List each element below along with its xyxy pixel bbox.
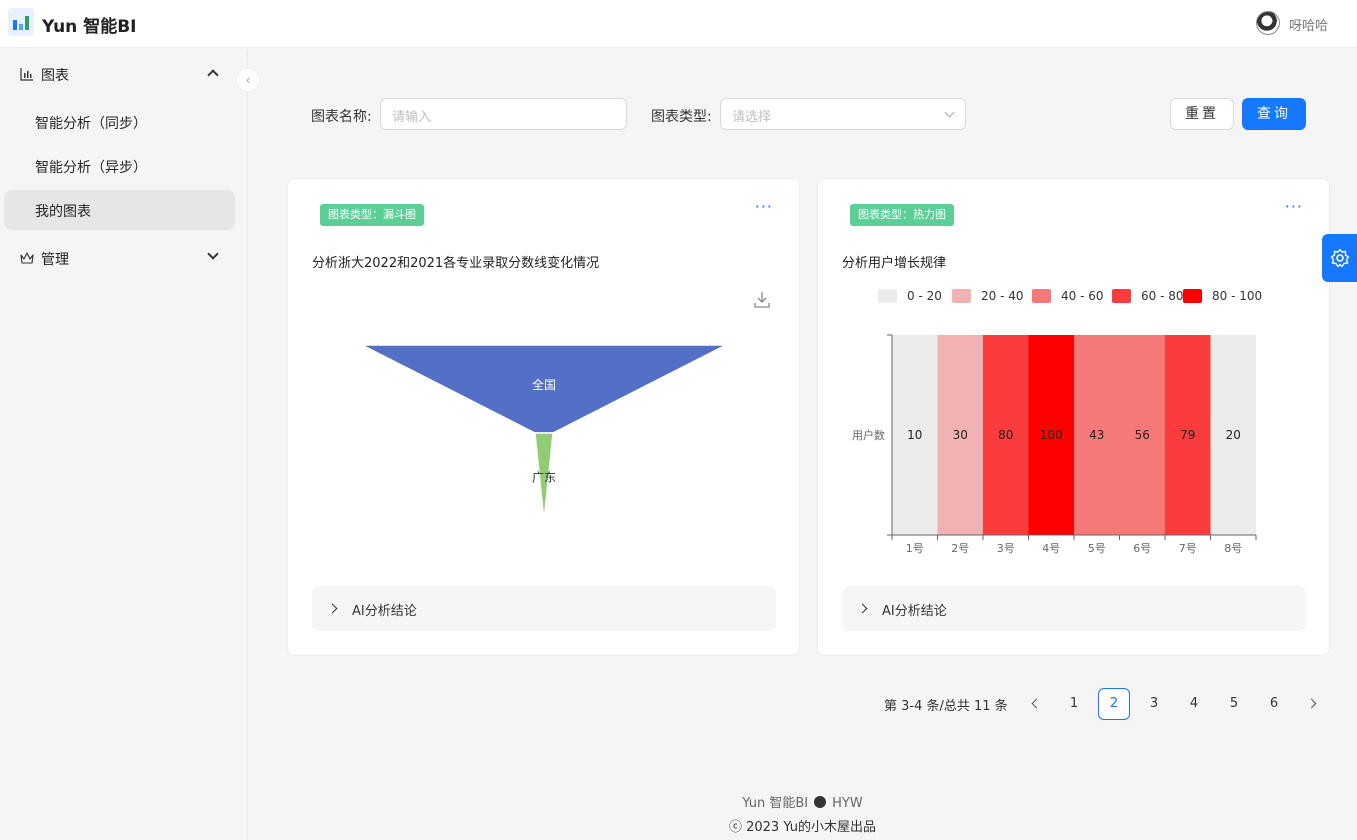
heatmap-chart: 0 - 20 20 - 40 40 - 60 60 - 80 80 - 100 10 1号 3…	[852, 289, 1262, 555]
sidebar-group-label: 图表	[41, 68, 69, 84]
page-button-6[interactable]: 6	[1258, 688, 1290, 720]
user-name[interactable]: 呀哈哈	[1289, 15, 1328, 34]
legend-swatch[interactable]	[952, 289, 971, 303]
chevron-right-icon	[857, 603, 868, 614]
funnel-chart: 全国广东	[361, 344, 727, 522]
heatmap-cell-value: 56	[1135, 428, 1150, 442]
heatmap-cell-value: 20	[1226, 428, 1241, 442]
legend-label: 80 - 100	[1212, 289, 1262, 303]
chart-card-title: 分析用户增长规律	[842, 256, 947, 271]
sidebar-item-label: 智能分析（异步）	[35, 160, 147, 176]
crown-icon	[20, 252, 34, 264]
ai-conclusion-label: AI分析结论	[352, 604, 417, 619]
ai-conclusion-panel[interactable]: AI分析结论	[842, 586, 1306, 631]
reset-button[interactable]: 重置	[1170, 98, 1234, 130]
chevron-down-icon	[207, 248, 219, 260]
chart-card-title: 分析浙大2022和2021各专业录取分数线变化情况	[312, 256, 600, 271]
funnel-segment-label: 广东	[532, 470, 556, 484]
sidebar-item-sync-analysis[interactable]: 智能分析（同步）	[4, 102, 235, 142]
ai-conclusion-panel[interactable]: AI分析结论	[312, 586, 776, 631]
x-axis-tick-label: 5号	[1088, 542, 1106, 555]
chart-name-placeholder: 请输入	[392, 110, 432, 125]
app-title: Yun 智能BI	[42, 17, 137, 37]
page-button-4[interactable]: 4	[1178, 688, 1210, 720]
sidebar-item-label: 智能分析（同步）	[35, 116, 147, 132]
chart-card: 图表类型：热力图 ··· 分析用户增长规律 0 - 20 20 - 40 40 - …	[817, 178, 1330, 656]
page-button-3[interactable]: 3	[1138, 688, 1170, 720]
heatmap-cell-value: 79	[1180, 428, 1195, 442]
chart-type-select[interactable]: 请选择	[720, 98, 966, 130]
footer-copyright: ⓒ 2023 Yu的小木屋出品	[728, 820, 877, 835]
legend-label: 0 - 20	[907, 289, 942, 303]
footer-app-name[interactable]: Yun 智能BI	[742, 796, 808, 811]
heatmap-cell-value: 100	[1040, 428, 1063, 442]
legend-swatch[interactable]	[1032, 289, 1051, 303]
chart-name-label: 图表名称:	[311, 109, 372, 125]
footer-author-link[interactable]: HYW	[832, 796, 863, 811]
prev-page-icon[interactable]	[1031, 698, 1042, 709]
page-button-1[interactable]: 1	[1058, 688, 1090, 720]
chart-type-tag: 图表类型：热力图	[850, 204, 954, 226]
sidebar-group-label: 管理	[41, 252, 69, 268]
heatmap-cell-value: 30	[953, 428, 968, 442]
more-options-icon[interactable]: ···	[1285, 197, 1303, 216]
page-button-2[interactable]: 2	[1098, 688, 1130, 720]
legend-swatch[interactable]	[878, 289, 897, 303]
pagination-total: 第 3-4 条/总共 11 条	[884, 699, 1008, 714]
chart-name-input[interactable]: 请输入	[380, 98, 627, 130]
page-button-5[interactable]: 5	[1218, 688, 1250, 720]
legend-swatch[interactable]	[1112, 289, 1131, 303]
heatmap-cell-value: 10	[907, 428, 922, 442]
sidebar-group-charts[interactable]: 图表	[4, 54, 235, 94]
bar-chart-icon	[20, 68, 33, 81]
chevron-right-icon	[327, 603, 338, 614]
query-button[interactable]: 查询	[1242, 98, 1306, 130]
heatmap-cell-value: 80	[998, 428, 1013, 442]
sidebar-group-admin[interactable]: 管理	[4, 238, 235, 278]
x-axis-tick-label: 6号	[1133, 542, 1151, 555]
x-axis-tick-label: 8号	[1224, 542, 1242, 555]
user-avatar[interactable]	[1256, 11, 1280, 35]
gear-icon	[1330, 248, 1350, 268]
more-options-icon[interactable]: ···	[755, 197, 773, 216]
legend-label: 60 - 80	[1141, 289, 1184, 303]
next-page-icon[interactable]	[1306, 698, 1317, 709]
heatmap-cell-value: 43	[1089, 428, 1104, 442]
sidebar-item-my-charts[interactable]: 我的图表	[4, 190, 235, 230]
bar-chart-logo-icon	[8, 8, 34, 36]
github-icon[interactable]	[814, 796, 827, 808]
chart-type-tag: 图表类型：漏斗图	[320, 204, 424, 226]
sidebar-item-label: 我的图表	[35, 204, 91, 220]
top-header: Yun 智能BI 呀哈哈	[0, 0, 1357, 48]
y-axis-category-label: 用户数	[852, 428, 885, 442]
sidebar-collapse-button[interactable]: ‹	[236, 68, 260, 92]
settings-drawer-button[interactable]	[1322, 234, 1357, 282]
funnel-segment-label: 全国	[532, 377, 556, 392]
x-axis-tick-label: 2号	[951, 542, 969, 555]
chart-type-placeholder: 请选择	[732, 110, 772, 125]
x-axis-tick-label: 4号	[1042, 542, 1060, 555]
sidebar-item-async-analysis[interactable]: 智能分析（异步）	[4, 146, 235, 186]
x-axis-tick-label: 7号	[1179, 542, 1197, 555]
chart-type-label: 图表类型:	[651, 109, 712, 125]
footer-links: Yun 智能BI HYW	[0, 792, 1357, 811]
x-axis-tick-label: 3号	[997, 542, 1015, 555]
x-axis-tick-label: 1号	[906, 542, 924, 555]
legend-swatch[interactable]	[1183, 289, 1202, 303]
ai-conclusion-label: AI分析结论	[882, 604, 947, 619]
download-icon[interactable]	[754, 291, 770, 309]
chevron-up-icon	[207, 69, 219, 81]
legend-label: 40 - 60	[1061, 289, 1104, 303]
sidebar: 图表 智能分析（同步） 智能分析（异步） 我的图表 管理	[0, 49, 248, 840]
chart-card: 图表类型：漏斗图 ··· 分析浙大2022和2021各专业录取分数线变化情况 全…	[287, 178, 800, 656]
chevron-down-icon	[944, 107, 955, 118]
legend-label: 20 - 40	[981, 289, 1024, 303]
